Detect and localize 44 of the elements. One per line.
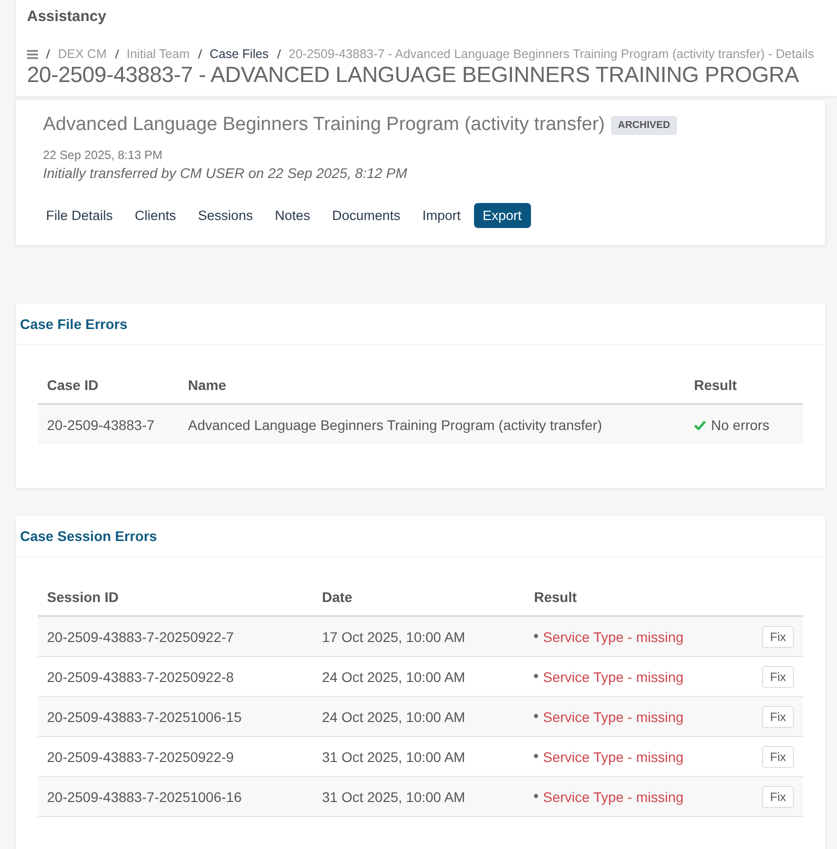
- status-badge: ARCHIVED: [610, 116, 678, 134]
- separator-icon: [114, 49, 119, 59]
- fix-button[interactable]: Fix: [762, 666, 794, 688]
- bullet-icon: [534, 794, 538, 798]
- timestamp: 22 Sep 2025, 8:13 PM: [43, 148, 164, 162]
- tab[interactable]: Import: [413, 203, 470, 228]
- error-text: Service Type - missing: [525, 776, 740, 816]
- transfer-note: Initially transferred by CM USER on 22 Sep 2025, 8:12 PM: [43, 165, 408, 181]
- tab[interactable]: Clients: [126, 203, 186, 228]
- bullet-icon: [534, 714, 538, 718]
- bullet-icon: [534, 754, 538, 758]
- menu-icon[interactable]: [27, 50, 38, 58]
- breadcrumb-link[interactable]: Case Files: [210, 47, 269, 61]
- separator-icon: [46, 49, 50, 59]
- table-cell: 24 Oct 2025, 10:00 AM: [313, 696, 525, 736]
- case-file-name: Advanced Language Beginners Training Program (activity transfer): [43, 114, 605, 136]
- tab[interactable]: Sessions: [189, 203, 262, 228]
- fix-button[interactable]: Fix: [762, 706, 794, 728]
- error-text: Service Type - missing: [525, 696, 740, 736]
- fix-button[interactable]: Fix: [762, 786, 794, 808]
- bullet-icon: [534, 634, 538, 638]
- panel-title: Case Session Errors: [19, 527, 158, 546]
- check-icon: [694, 420, 706, 430]
- bullet-icon: [534, 674, 538, 678]
- separator-icon: [276, 49, 281, 59]
- table-cell: 17 Oct 2025, 10:00 AM: [313, 616, 525, 656]
- table-cell: 31 Oct 2025, 10:00 AM: [313, 776, 525, 816]
- result-cell: No errors: [685, 404, 803, 444]
- fix-button[interactable]: Fix: [762, 746, 794, 768]
- tab[interactable]: File Details: [37, 203, 122, 228]
- tab[interactable]: Notes: [266, 203, 320, 228]
- table-cell: Advanced Language Beginners Training Program (activity transfer): [179, 404, 685, 444]
- table-cell: 20-2509-43883-7-20251006-16: [38, 776, 313, 816]
- panel-title: Case File Errors: [19, 315, 128, 334]
- error-text: Service Type - missing: [525, 616, 740, 656]
- separator-icon: [198, 49, 202, 59]
- page-title: 20-2509-43883-7 - ADVANCED LANGUAGE BEGINNERS TRAINING PROGRA: [27, 62, 799, 88]
- table-cell: 20-2509-43883-7-20250922-7: [38, 616, 313, 656]
- fix-button[interactable]: Fix: [762, 626, 794, 648]
- table-cell: 20-2509-43883-7-20251006-15: [38, 696, 313, 736]
- app-title: Assistancy: [27, 8, 106, 25]
- tab[interactable]: Documents: [323, 203, 410, 228]
- tab[interactable]: Export: [474, 203, 531, 228]
- table-cell: 20-2509-43883-7: [38, 404, 179, 444]
